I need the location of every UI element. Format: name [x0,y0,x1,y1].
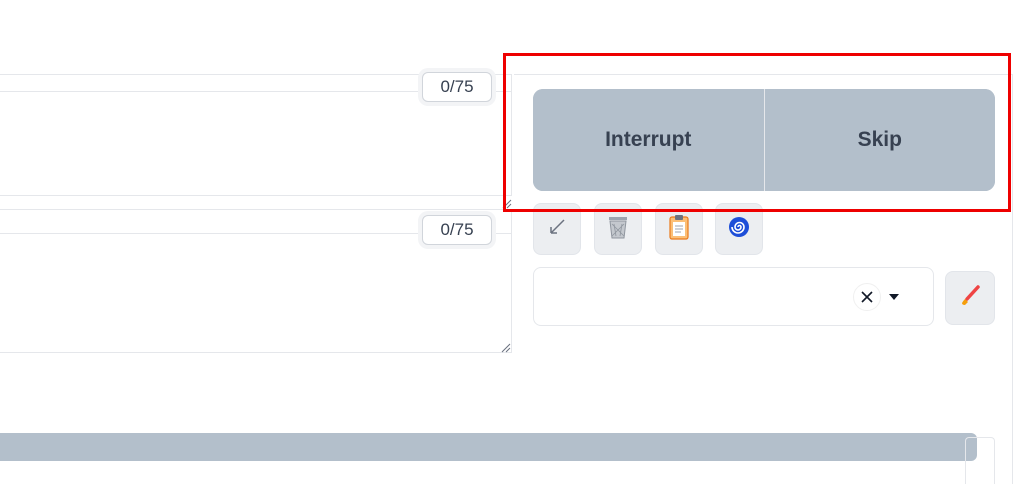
apply-style-clipboard-button[interactable] [655,203,703,255]
extra-networks-button[interactable] [715,203,763,255]
chevron-down-icon[interactable] [887,290,901,304]
trash-icon [606,214,630,245]
resize-handle-icon[interactable] [500,196,512,209]
resize-handle-icon[interactable] [499,340,511,353]
progress-bar [0,433,977,461]
spiral-icon [727,215,751,244]
prompt-token-counter: 0/75 [422,72,492,102]
paintbrush-icon [958,284,982,313]
negative-prompt-token-counter: 0/75 [422,215,492,245]
interrupt-skip-group: Interrupt Skip [533,89,995,191]
read-params-icon [546,216,568,243]
clipboard-icon [668,214,690,245]
read-params-button[interactable] [533,203,581,255]
clear-prompt-button[interactable] [594,203,642,255]
clear-selection-icon[interactable] [853,283,881,311]
interrupt-button[interactable]: Interrupt [533,89,764,191]
gallery-panel [965,437,995,484]
skip-button[interactable]: Skip [763,89,995,191]
edit-style-button[interactable] [945,271,995,325]
